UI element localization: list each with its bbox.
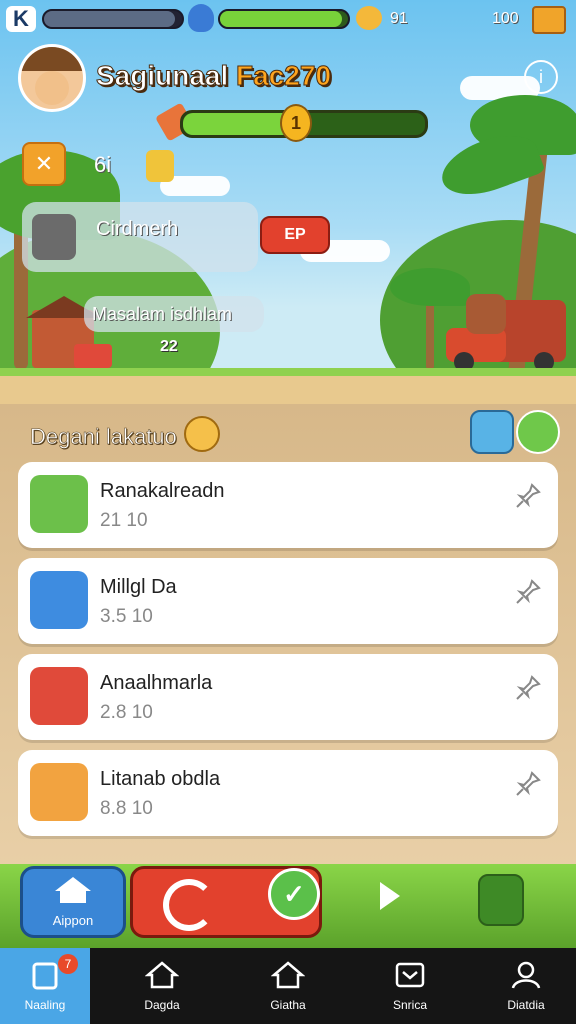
coin-bag-icon — [356, 6, 382, 30]
logo-badge[interactable]: K — [6, 6, 36, 32]
nav-item-dagda[interactable]: Dagda — [112, 948, 212, 1024]
pin-icon[interactable] — [514, 482, 544, 512]
confirm-check-icon[interactable]: ✓ — [268, 868, 320, 920]
pin-icon-glyph — [516, 483, 541, 508]
notice-text-2: Masalam isdhlam — [92, 304, 233, 324]
list-item[interactable]: Anaalhmarla 2.8 10 — [18, 654, 558, 740]
energy-bar — [42, 9, 184, 29]
refresh-icon — [163, 879, 215, 931]
player-avatar[interactable] — [18, 44, 86, 112]
list-item-name: Litanab obdla — [100, 768, 221, 790]
list-item-meta: 21 10 — [100, 510, 148, 531]
house-icon — [145, 961, 179, 989]
play-next-icon[interactable] — [380, 882, 400, 910]
small-truck — [74, 344, 112, 368]
pin-icon-glyph — [516, 675, 541, 700]
home-icon — [55, 877, 91, 903]
nav-item-naaling[interactable]: 7 Naaling — [0, 948, 90, 1024]
notice-panel-2: Masalam isdhlam — [84, 296, 264, 332]
counter-left: 91 — [390, 10, 408, 27]
notice-count: 22 — [160, 338, 178, 355]
pin-icon[interactable] — [514, 578, 544, 608]
player-title: Sagiunaal Fac270 — [95, 60, 332, 92]
nav-label: Snrica — [392, 998, 427, 1012]
list-item-meta: 3.5 10 — [100, 606, 153, 627]
trash-icon — [32, 214, 76, 260]
pin-icon[interactable] — [514, 674, 544, 704]
info-icon[interactable]: i — [524, 60, 558, 94]
potion-icon — [188, 4, 214, 32]
nav-label: Diatdia — [507, 998, 545, 1012]
notice-badge[interactable]: ЕР — [260, 216, 330, 254]
home-button[interactable]: Aippon — [20, 866, 126, 938]
list-item[interactable]: Litanab obdla 8.8 10 — [18, 750, 558, 836]
wallet-icon[interactable] — [532, 6, 566, 34]
health-bar-fill — [220, 11, 342, 27]
notice-panel[interactable]: Cirdmerh — [22, 202, 258, 272]
inbox-icon — [395, 962, 425, 988]
phone-icon[interactable] — [470, 410, 514, 454]
character-avatar — [30, 763, 88, 821]
save-icon — [32, 962, 58, 990]
gift-icon — [146, 150, 174, 182]
pin-icon-glyph — [516, 771, 541, 796]
nav-label: Dagda — [144, 998, 180, 1012]
health-bar — [218, 9, 350, 29]
nav-badge: 7 — [58, 954, 78, 974]
level-badge: 1 — [280, 104, 312, 142]
nav-item-diatdia[interactable]: Diatdia — [476, 948, 576, 1024]
close-cross-icon[interactable]: ✕ — [22, 142, 66, 186]
notice-text: Cirdmerh — [96, 218, 179, 240]
player-name: Sagiunaal — [95, 60, 229, 92]
player-code: Fac270 — [236, 60, 332, 92]
gem-count: 6i — [94, 152, 112, 177]
profile-icon — [511, 961, 541, 989]
nav-label: Giatha — [270, 998, 306, 1012]
list-item-name: Anaalhmarla — [100, 672, 213, 694]
nav-item-giatha[interactable]: Giatha — [238, 948, 338, 1024]
bottom-nav: 7 Naaling Dagda Giatha Snrica Diatdia — [0, 948, 576, 1024]
energy-bar-fill — [44, 11, 176, 27]
top-status-bar: K 91 100 — [0, 0, 576, 40]
clover-icon[interactable] — [516, 410, 560, 454]
list-item[interactable]: Ranakalreadn 21 10 — [18, 462, 558, 548]
character-avatar — [30, 667, 88, 725]
list-item-name: Ranakalreadn — [100, 480, 225, 502]
home-outline-icon — [271, 961, 305, 989]
list-item-name: Millgl Da — [100, 576, 177, 598]
list-item-meta: 8.8 10 — [100, 798, 153, 819]
section-title: Degani lakatuo — [30, 424, 177, 450]
pin-icon-glyph — [516, 579, 541, 604]
coin-count: 100 — [492, 10, 519, 27]
pin-icon[interactable] — [514, 770, 544, 800]
basket-icon — [184, 416, 220, 452]
delivery-truck — [446, 294, 568, 372]
list-item[interactable]: Millgl Da 3.5 10 — [18, 558, 558, 644]
nav-item-snrica[interactable]: Snrica — [360, 948, 460, 1024]
menu-list-icon[interactable] — [478, 874, 524, 926]
character-avatar — [30, 571, 88, 629]
nav-label: Naaling — [24, 998, 66, 1012]
home-button-label: Aippon — [52, 913, 94, 928]
list-item-meta: 2.8 10 — [100, 702, 153, 723]
character-avatar — [30, 475, 88, 533]
xp-bar-fill — [183, 113, 292, 135]
